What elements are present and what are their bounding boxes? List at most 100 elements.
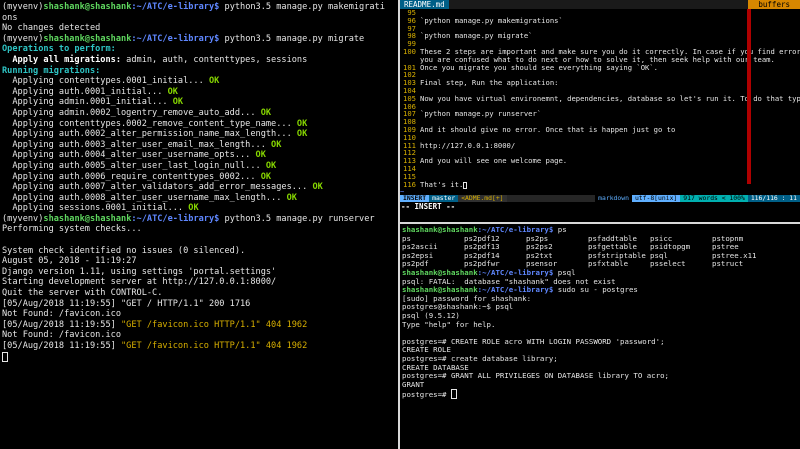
line-text: Once you migrate you should see everythi… <box>420 62 658 72</box>
migration-row: Applying auth.0001_initial... OK <box>2 86 178 97</box>
vim-line: 116 That's it. <box>400 179 800 189</box>
vim-color-column <box>747 9 751 184</box>
output-line: postgres@shashank:~$ psql <box>402 302 514 312</box>
output-line: Not Found: /favicon.ico <box>2 309 121 320</box>
output-line: Django version 1.11, using settings 'por… <box>2 266 277 277</box>
running-migrations-header: Running migrations: <box>2 65 101 76</box>
vim-line: 113 And you will see one welcome page. <box>400 157 800 165</box>
ps-completion-item: psfxtable <box>588 259 629 269</box>
ps-completion-list: ps ps2pdf12 ps2ps psfaddtable psicc pstopnm ps… <box>402 234 798 269</box>
vim-filename: <ADME.md[+] <box>458 195 507 202</box>
line-text: Now you have virtual environemnt, depend… <box>420 93 800 103</box>
line-text: `python manage.py runserver` <box>420 109 542 119</box>
log-line: [05/Aug/2018 11:19:55] "GET /favicon.ico… <box>2 341 308 351</box>
log-line: [05/Aug/2018 11:19:55] "GET / HTTP/1.1" … <box>2 298 251 309</box>
output-line: August 05, 2018 - 11:19:27 <box>2 256 137 267</box>
vim-line: 105 Now you have virtual environemnt, dep… <box>400 93 800 103</box>
output-line: Performing system checks... <box>2 224 142 235</box>
ok-status: OK <box>281 192 297 203</box>
line-text: That's it. <box>420 179 464 189</box>
git-branch: master <box>429 195 459 202</box>
ok-status: OK <box>203 76 220 87</box>
sql-line: postgres=# GRANT ALL PRIVILEGES ON DATAB… <box>402 371 669 381</box>
migration-row: Applying auth.0007_alter_validators_add_… <box>2 182 323 193</box>
output-line: System check identified no issues (0 sil… <box>2 245 246 256</box>
vim-cursor-position: 116/116 : 11 <box>747 195 800 202</box>
prompt-line: (myvenv)shashank@shashank:~/ATC/e-librar… <box>2 2 385 12</box>
output-line: Quit the server with CONTROL-C. <box>2 288 163 299</box>
vim-empty-line-marker: ~ <box>400 187 405 195</box>
output-line: Starting development server at http://12… <box>2 277 277 288</box>
vim-tabline: README.md buffers <box>400 0 800 9</box>
ok-status: OK <box>265 139 282 150</box>
ok-status: OK <box>167 97 184 108</box>
line-text: `python manage.py makemigrations` <box>420 15 563 25</box>
line-text: And it should give no error. Once that i… <box>420 124 676 134</box>
command-wrap: ons <box>2 12 18 23</box>
vim-line: 96 `python manage.py makemigrations` <box>400 15 800 25</box>
vim-filetype: markdown <box>595 195 632 202</box>
vim-buffers-label: buffers <box>748 0 800 9</box>
line-number: 100 <box>403 46 416 56</box>
vim-word-count: 917 words < 100% <box>680 195 748 202</box>
output-line: Type "help" for help. <box>402 319 496 329</box>
left-terminal-pane[interactable]: (myvenv)shashank@shashank:~/ATC/e-librar… <box>0 0 398 449</box>
ok-status: OK <box>260 160 277 171</box>
cursor-line <box>2 351 396 363</box>
log-line: [05/Aug/2018 11:19:55] "GET /favicon.ico… <box>2 319 308 330</box>
vim-line: 107 `python manage.py runserver` <box>400 110 800 118</box>
vim-command-line: -- INSERT -- <box>401 202 456 211</box>
vim-line: 103 Final step, Run the application: <box>400 79 800 87</box>
apply-all-line: Apply all migrations: admin, auth, conte… <box>2 54 308 65</box>
right-terminal-pane[interactable]: shashank@shashank:~/ATC/e-library$ ps ps… <box>400 224 800 449</box>
migration-row: Applying contenttypes.0002_remove_conten… <box>2 118 308 129</box>
migration-row: Applying auth.0003_alter_user_email_max_… <box>2 139 282 150</box>
vim-line: 114 <box>400 165 800 173</box>
ps-completion-item: psselect <box>650 259 686 269</box>
output-line: Not Found: /favicon.ico <box>2 330 121 341</box>
migration-row: Applying contenttypes.0001_initial... OK <box>2 76 220 87</box>
operations-header: Operations to perform: <box>2 44 116 55</box>
vim-line: 111 http://127.0.0.1:8000/ <box>400 140 800 150</box>
ok-status: OK <box>307 182 323 193</box>
migrations-list: Applying contenttypes.0001_initial... OK… <box>2 76 396 214</box>
ok-status: OK <box>255 171 272 182</box>
vim-mode: INSERT <box>400 195 430 202</box>
migration-row: Applying auth.0005_alter_user_last_login… <box>2 160 277 171</box>
line-text: Final step, Run the application: <box>420 78 559 88</box>
migration-row: Applying auth.0006_require_contenttypes_… <box>2 171 272 182</box>
prompt-user: shashank@shashank <box>43 2 132 12</box>
vim-buffer-text[interactable]: 95 96 `python manage.py makemigrations` 97 9… <box>400 9 800 195</box>
ok-status: OK <box>255 107 272 118</box>
vim-line: 109 And it should give no error. Once tha… <box>400 126 800 134</box>
prompt-line: (myvenv)shashank@shashank:~/ATC/e-librar… <box>2 213 375 224</box>
migration-row: Applying auth.0002_alter_permission_name… <box>2 129 308 140</box>
prompt-line: (myvenv)shashank@shashank:~/ATC/e-librar… <box>2 33 365 44</box>
vim-statusline: INSERT master <ADME.md[+] markdown utf-8… <box>400 195 800 202</box>
migration-row: Applying auth.0008_alter_user_username_m… <box>2 192 297 203</box>
migration-row: Applying sessions.0001_initial... OK <box>2 203 199 214</box>
migration-row: Applying auth.0004_alter_user_username_o… <box>2 150 266 161</box>
prompt-path: :~/ATC/e-library$ <box>131 2 220 12</box>
psql-prompt-line: postgres=# <box>402 389 798 400</box>
vim-line: 98 `python manage.py migrate` <box>400 32 800 40</box>
ok-status: OK <box>162 86 178 97</box>
output-line: No changes detected <box>2 23 101 34</box>
migration-row: Applying admin.0001_initial... OK <box>2 97 184 108</box>
line-text: `python manage.py migrate` <box>420 31 533 41</box>
ok-status: OK <box>250 150 266 161</box>
vim-tab-readme[interactable]: README.md <box>400 0 449 9</box>
ok-status: OK <box>291 118 308 129</box>
vim-line: 101 Once you migrate you should see every… <box>400 62 800 72</box>
ok-status: OK <box>291 129 308 140</box>
line-text: And you will see one welcome page. <box>420 156 568 166</box>
ps-completion-item: pstruct <box>712 259 744 269</box>
command-text: python3.5 manage.py makemigrati <box>219 2 385 12</box>
sql-line: postgres=# CREATE ROLE acro WITH LOGIN P… <box>402 336 665 346</box>
ok-status: OK <box>183 203 199 214</box>
line-text: http://127.0.0.1:8000/ <box>420 140 516 150</box>
vim-editor-pane[interactable]: README.md buffers 95 96 `python manage.py … <box>400 0 800 222</box>
migration-row: Applying admin.0002_logentry_remove_auto… <box>2 107 272 118</box>
terminal-cursor <box>2 351 8 362</box>
